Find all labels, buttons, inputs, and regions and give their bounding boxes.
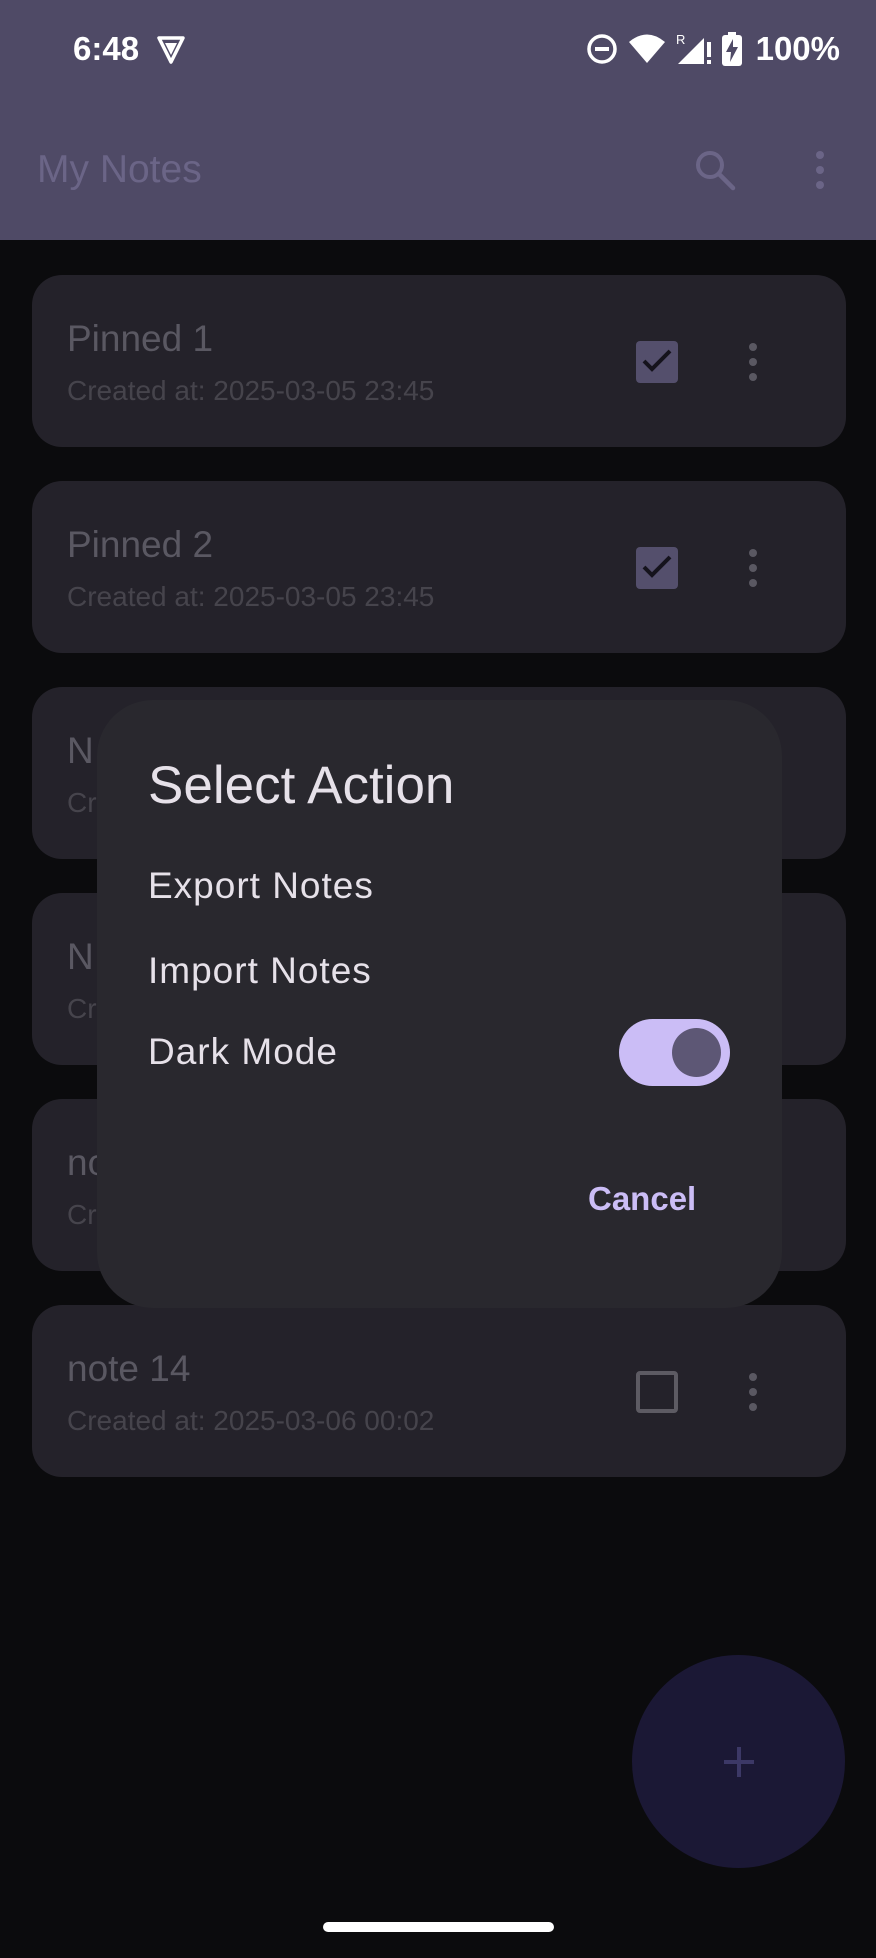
cell-signal-icon: R xyxy=(676,32,711,64)
toggle-thumb xyxy=(672,1028,721,1077)
note-date: Cr xyxy=(67,1199,97,1230)
checkmark-icon xyxy=(642,555,672,578)
note-card[interactable]: note 14 Created at: 2025-03-06 00:02 xyxy=(32,1305,846,1477)
note-date: Cr xyxy=(67,993,97,1024)
note-title: note 14 xyxy=(67,1348,191,1389)
note-title: Pinned 2 xyxy=(67,524,214,565)
roaming-indicator: R xyxy=(676,32,685,47)
note-more-icon[interactable] xyxy=(745,1371,761,1413)
home-indicator[interactable] xyxy=(323,1922,554,1932)
select-action-dialog: Select Action Export Notes Import Notes … xyxy=(97,700,782,1308)
status-icons: R 100% xyxy=(586,30,840,68)
note-more-icon[interactable] xyxy=(745,341,761,383)
import-notes-option[interactable]: Import Notes xyxy=(148,950,372,992)
note-date: Created at: 2025-03-05 23:45 xyxy=(67,375,435,406)
note-card[interactable]: Pinned 2 Created at: 2025-03-05 23:45 xyxy=(32,481,846,653)
more-vert-icon[interactable] xyxy=(805,148,835,192)
note-date: Created at: 2025-03-06 00:02 xyxy=(67,1405,435,1436)
note-title: Pinned 1 xyxy=(67,318,214,359)
dark-mode-label: Dark Mode xyxy=(148,1031,338,1072)
page-title: My Notes xyxy=(37,148,202,191)
pin-checkbox[interactable] xyxy=(636,341,678,383)
note-date: Created at: 2025-03-05 23:45 xyxy=(67,581,435,612)
pin-checkbox[interactable] xyxy=(636,1371,678,1413)
battery-percentage: 100% xyxy=(755,30,840,67)
note-title: N xyxy=(67,730,94,771)
status-bar: 6:48 R 100% xyxy=(0,0,876,100)
add-note-button[interactable] xyxy=(632,1655,845,1868)
status-time: 6:48 xyxy=(73,30,140,67)
checkmark-icon xyxy=(642,349,672,372)
wifi-icon xyxy=(628,34,665,63)
note-date: Cr xyxy=(67,787,97,818)
dialog-title: Select Action xyxy=(148,756,455,815)
do-not-disturb-icon xyxy=(586,34,617,64)
battery-charging-icon xyxy=(721,32,742,66)
note-title: N xyxy=(67,936,94,977)
search-icon[interactable] xyxy=(693,148,737,192)
note-more-icon[interactable] xyxy=(745,547,761,589)
vpn-shield-icon xyxy=(157,36,185,64)
plus-icon xyxy=(724,1747,754,1777)
app-bar: My Notes xyxy=(0,100,876,240)
cancel-button[interactable]: Cancel xyxy=(588,1180,696,1218)
export-notes-option[interactable]: Export Notes xyxy=(148,865,374,907)
pin-checkbox[interactable] xyxy=(636,547,678,589)
dark-mode-toggle[interactable] xyxy=(619,1019,730,1086)
note-card[interactable]: Pinned 1 Created at: 2025-03-05 23:45 xyxy=(32,275,846,447)
